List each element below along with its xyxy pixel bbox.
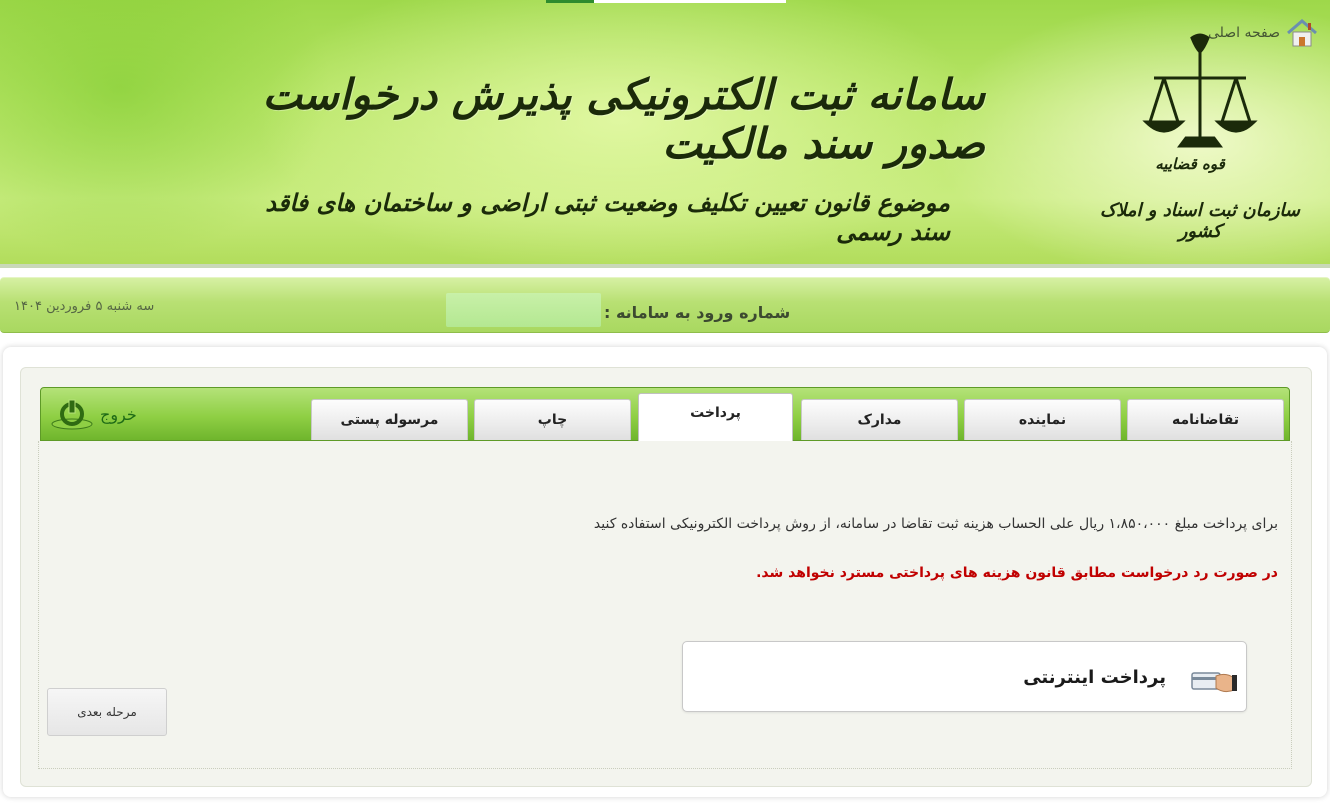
organization-label: سازمان ثبت اسناد و املاک کشور xyxy=(1100,200,1300,242)
system-subtitle: موضوع قانون تعیین تکلیف وضعیت ثبتی اراضی… xyxy=(265,188,950,246)
tab-representative[interactable]: نماینده xyxy=(964,399,1121,440)
top-strip xyxy=(546,0,786,3)
home-link-label: صفحه اصلی xyxy=(1207,25,1280,41)
refund-warning: در صورت رد درخواست مطابق قانون هزینه های… xyxy=(756,565,1278,581)
tab-payment[interactable]: پرداخت xyxy=(638,393,793,441)
login-number-label: شماره ورود به سامانه : xyxy=(604,303,791,322)
current-date: سه شنبه ۵ فروردین ۱۴۰۴ xyxy=(14,299,155,314)
tab-content-area xyxy=(38,441,1292,769)
tab-application[interactable]: تقاضانامه xyxy=(1127,399,1284,440)
home-icon xyxy=(1287,19,1317,47)
online-payment-option[interactable]: پرداخت اینترنتی xyxy=(682,641,1247,712)
logout-label: خروج xyxy=(100,404,137,424)
login-number-value xyxy=(446,293,601,327)
home-link[interactable]: صفحه اصلی xyxy=(1208,18,1318,48)
system-title: سامانه ثبت الکترونیکی پذیرش درخواست صدور… xyxy=(262,70,985,168)
power-icon xyxy=(51,399,93,430)
payment-instructions: برای پرداخت مبلغ ۱،۸۵۰،۰۰۰ ریال علی الحس… xyxy=(593,516,1278,532)
tab-print[interactable]: چاپ xyxy=(474,399,631,440)
next-step-button[interactable]: مرحله بعدی xyxy=(47,688,167,736)
scales-of-justice-icon xyxy=(1142,33,1258,148)
tab-documents[interactable]: مدارک xyxy=(801,399,958,440)
logout-button[interactable]: خروج xyxy=(50,398,137,430)
header-banner: سامانه ثبت الکترونیکی پذیرش درخواست صدور… xyxy=(0,0,1330,268)
card-payment-icon xyxy=(1191,672,1237,693)
online-payment-label: پرداخت اینترنتی xyxy=(1023,667,1166,688)
judiciary-label: قوه قضاییه xyxy=(1155,155,1225,173)
tab-postal-shipment[interactable]: مرسوله پستی xyxy=(311,399,468,440)
